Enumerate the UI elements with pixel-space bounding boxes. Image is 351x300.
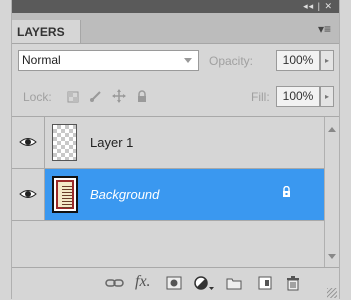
visibility-toggle[interactable]	[12, 117, 45, 168]
blend-mode-value: Normal	[22, 53, 61, 67]
layer-name[interactable]: Layer 1	[90, 135, 133, 150]
lock-all-icon[interactable]	[136, 90, 148, 106]
layer-mask-icon[interactable]	[166, 276, 182, 292]
chevron-down-icon	[184, 58, 192, 63]
link-layers-icon[interactable]	[105, 276, 125, 292]
layer-thumbnail	[52, 124, 77, 161]
tab-layers[interactable]: LAYERS	[12, 20, 81, 43]
scroll-up-icon[interactable]	[328, 127, 336, 132]
lock-row: Lock: Fill: 100% ▸	[18, 86, 334, 110]
new-group-icon[interactable]	[226, 276, 242, 292]
window-controls[interactable]: ◂◂ | ✕	[303, 0, 333, 13]
lock-transparent-icon[interactable]	[67, 91, 79, 106]
resize-grip-icon[interactable]	[327, 288, 337, 298]
scroll-down-icon[interactable]	[328, 254, 336, 259]
panel-menu-icon[interactable]: ▾≡	[318, 22, 331, 36]
opacity-field[interactable]: 100%	[276, 50, 320, 71]
blend-row: Normal Opacity: 100% ▸	[18, 50, 334, 72]
lock-label: Lock:	[23, 90, 52, 104]
opacity-label: Opacity:	[209, 54, 254, 68]
lock-icons	[67, 89, 154, 106]
lock-image-icon[interactable]	[89, 89, 103, 106]
layer-name[interactable]: Background	[90, 187, 159, 202]
eye-icon	[19, 190, 37, 198]
tab-row: LAYERS ▾≡	[12, 13, 339, 44]
trash-icon[interactable]	[286, 276, 300, 292]
visibility-toggle[interactable]	[12, 169, 45, 220]
lock-position-icon[interactable]	[112, 89, 127, 106]
blend-mode-select[interactable]: Normal	[18, 50, 199, 71]
adjustment-layer-icon[interactable]	[194, 276, 216, 292]
fx-icon[interactable]: fx.	[135, 273, 151, 290]
panel-title-bar: ◂◂ | ✕	[12, 0, 339, 13]
lock-icon	[283, 186, 290, 197]
layer-row[interactable]: Layer 1	[12, 117, 324, 169]
layers-list: Layer 1 Background	[12, 117, 324, 251]
new-layer-icon[interactable]	[258, 276, 272, 292]
layer-row-selected[interactable]: Background	[12, 169, 324, 221]
panel-footer: fx.	[12, 267, 339, 300]
fill-label: Fill:	[251, 90, 270, 104]
eye-icon	[19, 138, 37, 146]
layers-panel: ◂◂ | ✕ LAYERS ▾≡ Normal Opacity: 100% ▸ …	[11, 0, 340, 300]
opacity-stepper[interactable]: ▸	[320, 50, 334, 71]
layer-thumbnail	[52, 176, 78, 213]
scrollbar[interactable]	[324, 117, 339, 267]
document-thumbnail-image	[56, 180, 74, 209]
fill-field[interactable]: 100%	[276, 86, 320, 107]
fill-stepper[interactable]: ▸	[320, 86, 334, 107]
